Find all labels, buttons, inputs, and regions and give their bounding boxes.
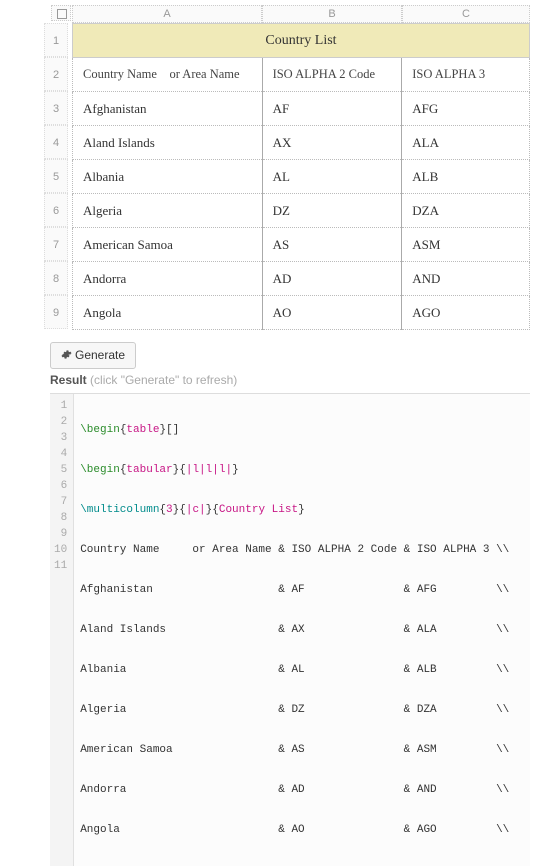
table-row: American SamoaASASM — [73, 228, 530, 262]
result-label: Result (click "Generate" to refresh) — [50, 373, 550, 387]
generate-button[interactable]: Generate — [50, 342, 136, 369]
table-row: AfghanistanAFAFG — [73, 92, 530, 126]
cell-a3[interactable]: ALB — [402, 160, 530, 194]
code-lines[interactable]: \begin{table}[] \begin{tabular}{|l|l|l|}… — [74, 394, 550, 866]
title-row: Country List — [73, 24, 530, 58]
col-header-a[interactable]: A — [72, 5, 262, 23]
gear-icon — [61, 349, 72, 363]
cell-a2[interactable]: AX — [262, 126, 402, 160]
row-num-5[interactable]: 5 — [44, 159, 68, 193]
row-num-3[interactable]: 3 — [44, 91, 68, 125]
code-line: Andorra & AD & AND \\ — [80, 782, 550, 798]
header-col2[interactable]: ISO ALPHA 2 Code — [262, 58, 402, 92]
cell-a3[interactable]: ASM — [402, 228, 530, 262]
header-col1-part2: or Area Name — [169, 67, 239, 81]
code-line: \begin{table}[] — [80, 422, 550, 438]
cell-a3[interactable]: AGO — [402, 296, 530, 330]
cell-name[interactable]: Albania — [73, 160, 263, 194]
code-line: Albania & AL & ALB \\ — [80, 662, 550, 678]
table-row: Aland IslandsAXALA — [73, 126, 530, 160]
row-num-9[interactable]: 9 — [44, 295, 68, 329]
code-line: American Samoa & AS & ASM \\ — [80, 742, 550, 758]
row-num-6[interactable]: 6 — [44, 193, 68, 227]
table-row: AlbaniaALALB — [73, 160, 530, 194]
code-line: \multicolumn{3}{|c|}{Country List} \\ — [80, 502, 550, 518]
cell-a2[interactable]: AO — [262, 296, 402, 330]
cell-name[interactable]: Algeria — [73, 194, 263, 228]
result-hint: (click "Generate" to refresh) — [90, 373, 237, 387]
cell-a2[interactable]: AL — [262, 160, 402, 194]
cell-a3[interactable]: ALA — [402, 126, 530, 160]
cell-a2[interactable]: AS — [262, 228, 402, 262]
code-line: Country Name or Area Name & ISO ALPHA 2 … — [80, 542, 550, 558]
col-header-c[interactable]: C — [402, 5, 530, 23]
code-line: Afghanistan & AF & AFG \\ — [80, 582, 550, 598]
header-col1[interactable]: Country Name or Area Name — [73, 58, 263, 92]
table-row: AngolaAOAGO — [73, 296, 530, 330]
table-row: AlgeriaDZDZA — [73, 194, 530, 228]
cell-a2[interactable]: DZ — [262, 194, 402, 228]
header-row: Country Name or Area Name ISO ALPHA 2 Co… — [73, 58, 530, 92]
row-num-1[interactable]: 1 — [44, 23, 68, 57]
code-line: Algeria & DZ & DZA \\ — [80, 702, 550, 718]
cell-a2[interactable]: AF — [262, 92, 402, 126]
row-num-4[interactable]: 4 — [44, 125, 68, 159]
cell-a2[interactable]: AD — [262, 262, 402, 296]
cell-a3[interactable]: AND — [402, 262, 530, 296]
generate-label: Generate — [75, 348, 125, 362]
col-header-b[interactable]: B — [262, 5, 402, 23]
cell-name[interactable]: American Samoa — [73, 228, 263, 262]
table-title[interactable]: Country List — [73, 24, 530, 58]
cell-name[interactable]: Afghanistan — [73, 92, 263, 126]
column-headers: A B C — [72, 5, 530, 23]
cell-name[interactable]: Aland Islands — [73, 126, 263, 160]
row-num-8[interactable]: 8 — [44, 261, 68, 295]
code-line: Aland Islands & AX & ALA \\ — [80, 622, 550, 638]
select-all-corner[interactable] — [51, 5, 71, 21]
result-text: Result — [50, 373, 87, 387]
code-output[interactable]: 1234567891011 \begin{table}[] \begin{tab… — [50, 393, 530, 866]
row-numbers: 1 2 3 4 5 6 7 8 9 — [44, 23, 68, 329]
spreadsheet-table[interactable]: Country List Country Name or Area Name I… — [72, 23, 530, 330]
cell-name[interactable]: Angola — [73, 296, 263, 330]
cell-name[interactable]: Andorra — [73, 262, 263, 296]
header-col3[interactable]: ISO ALPHA 3 — [402, 58, 530, 92]
table-row: AndorraADAND — [73, 262, 530, 296]
header-col1-part1: Country Name — [83, 67, 157, 81]
cell-a3[interactable]: AFG — [402, 92, 530, 126]
cell-a3[interactable]: DZA — [402, 194, 530, 228]
row-num-7[interactable]: 7 — [44, 227, 68, 261]
code-gutter: 1234567891011 — [50, 394, 74, 866]
code-line: \begin{tabular}{|l|l|l|} — [80, 462, 550, 478]
row-num-2[interactable]: 2 — [44, 57, 68, 91]
code-line: Angola & AO & AGO \\ — [80, 822, 550, 838]
